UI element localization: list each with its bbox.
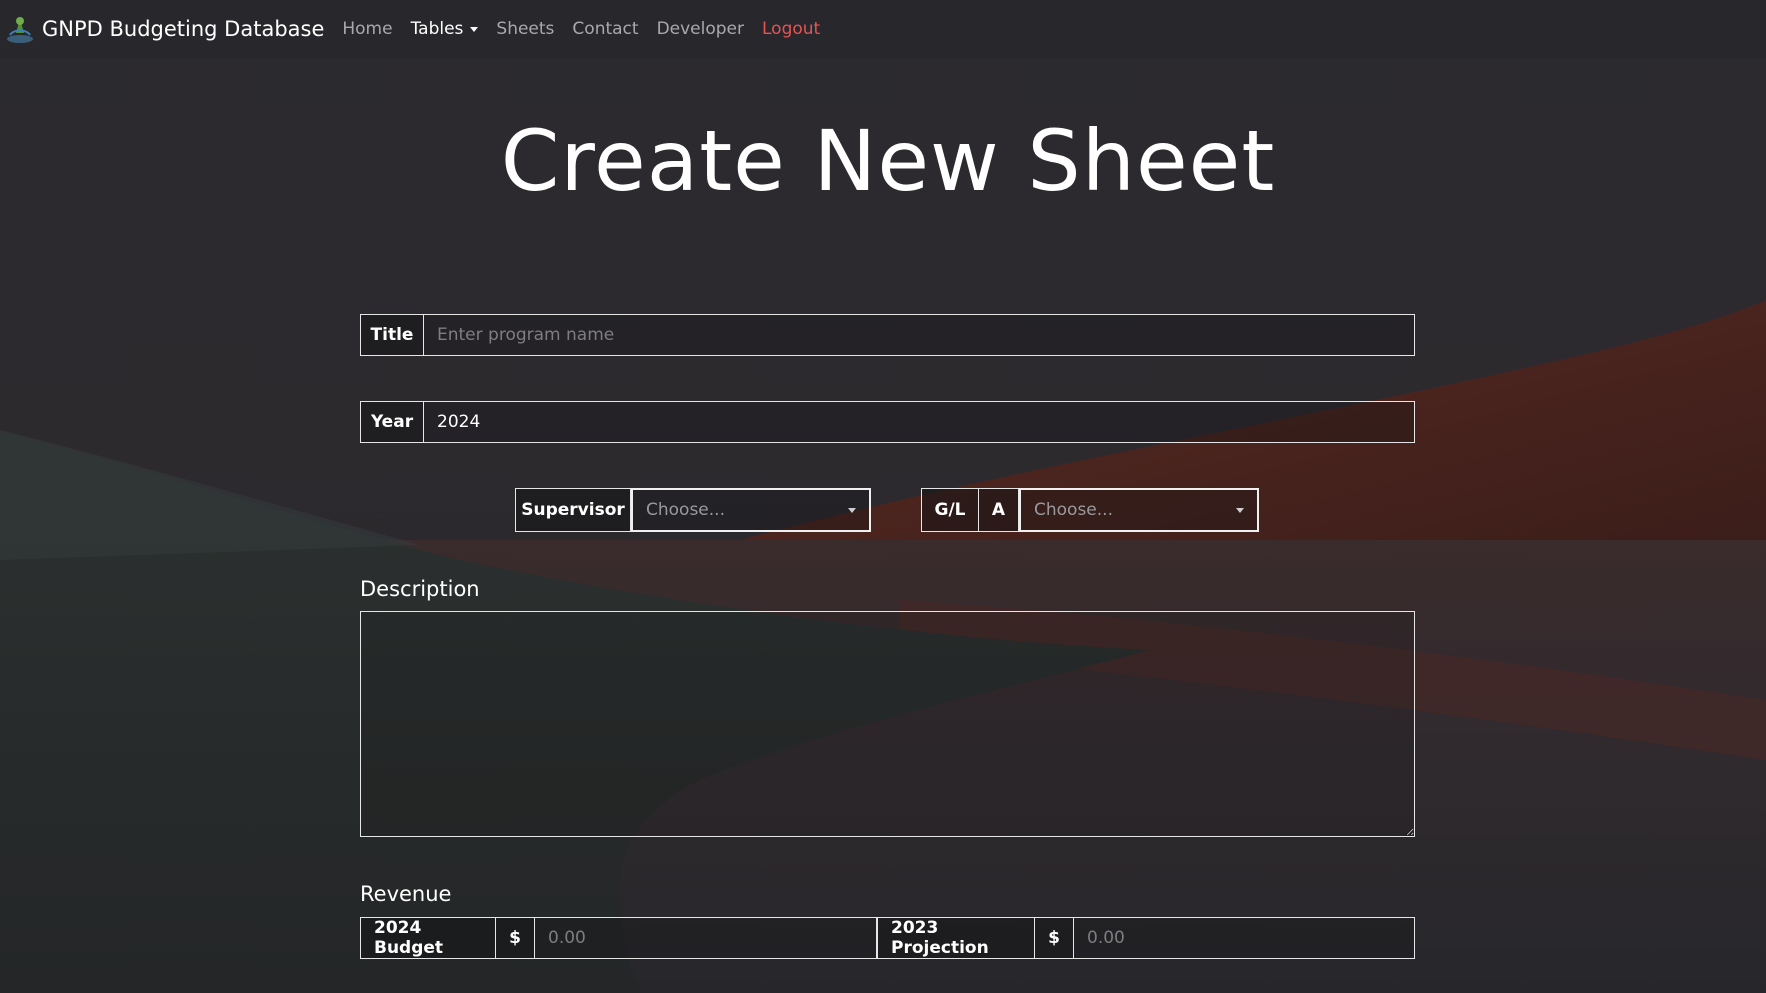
nav-home[interactable]: Home — [342, 19, 392, 39]
supervisor-selected-value: Choose... — [646, 500, 725, 520]
projection-currency: $ — [1035, 917, 1074, 959]
chevron-down-icon — [848, 507, 856, 513]
gl-label: G/L — [921, 488, 979, 532]
description-textarea[interactable] — [360, 611, 1415, 837]
projection-input[interactable] — [1074, 917, 1415, 959]
title-input[interactable] — [424, 314, 1415, 356]
title-input-group: Title — [360, 314, 1415, 356]
brand-title: GNPD Budgeting Database — [42, 17, 325, 41]
budget-label: 2024 Budget — [360, 917, 496, 959]
nav-tables-dropdown[interactable]: Tables — [411, 19, 479, 39]
revenue-input-group: 2024 Budget $ 2023 Projection $ — [360, 917, 1415, 959]
gl-selected-value: Choose... — [1034, 500, 1113, 520]
nav-sheets[interactable]: Sheets — [496, 19, 554, 39]
budget-currency: $ — [496, 917, 535, 959]
gl-prefix-label: A — [979, 488, 1019, 532]
gl-input-group: G/L A Choose... — [921, 488, 1259, 532]
nav-developer[interactable]: Developer — [657, 19, 744, 39]
nav-tables-label: Tables — [410, 19, 464, 39]
title-label: Title — [360, 314, 424, 356]
top-navbar: GNPD Budgeting Database Home Tables Shee… — [0, 0, 1766, 58]
year-label: Year — [360, 401, 424, 443]
supervisor-input-group: Supervisor Choose... — [515, 488, 871, 532]
logo-icon — [4, 11, 36, 47]
supervisor-label: Supervisor — [515, 488, 631, 532]
budget-input[interactable] — [535, 917, 877, 959]
description-label: Description — [360, 577, 480, 601]
year-input[interactable] — [424, 401, 1415, 443]
revenue-label: Revenue — [360, 882, 452, 906]
nav-logout[interactable]: Logout — [762, 19, 820, 39]
nav-links: Home Tables Sheets Contact Developer Log… — [342, 19, 838, 39]
main-content: Create New Sheet Title Year Supervisor C… — [0, 0, 1766, 993]
projection-label: 2023 Projection — [877, 917, 1035, 959]
page-title: Create New Sheet — [500, 112, 1276, 210]
brand-link[interactable]: GNPD Budgeting Database — [4, 11, 324, 47]
gl-select[interactable]: Choose... — [1019, 488, 1259, 532]
nav-contact[interactable]: Contact — [572, 19, 638, 39]
chevron-down-icon — [470, 26, 479, 32]
year-input-group: Year — [360, 401, 1415, 443]
supervisor-select[interactable]: Choose... — [631, 488, 871, 532]
chevron-down-icon — [1236, 507, 1244, 513]
